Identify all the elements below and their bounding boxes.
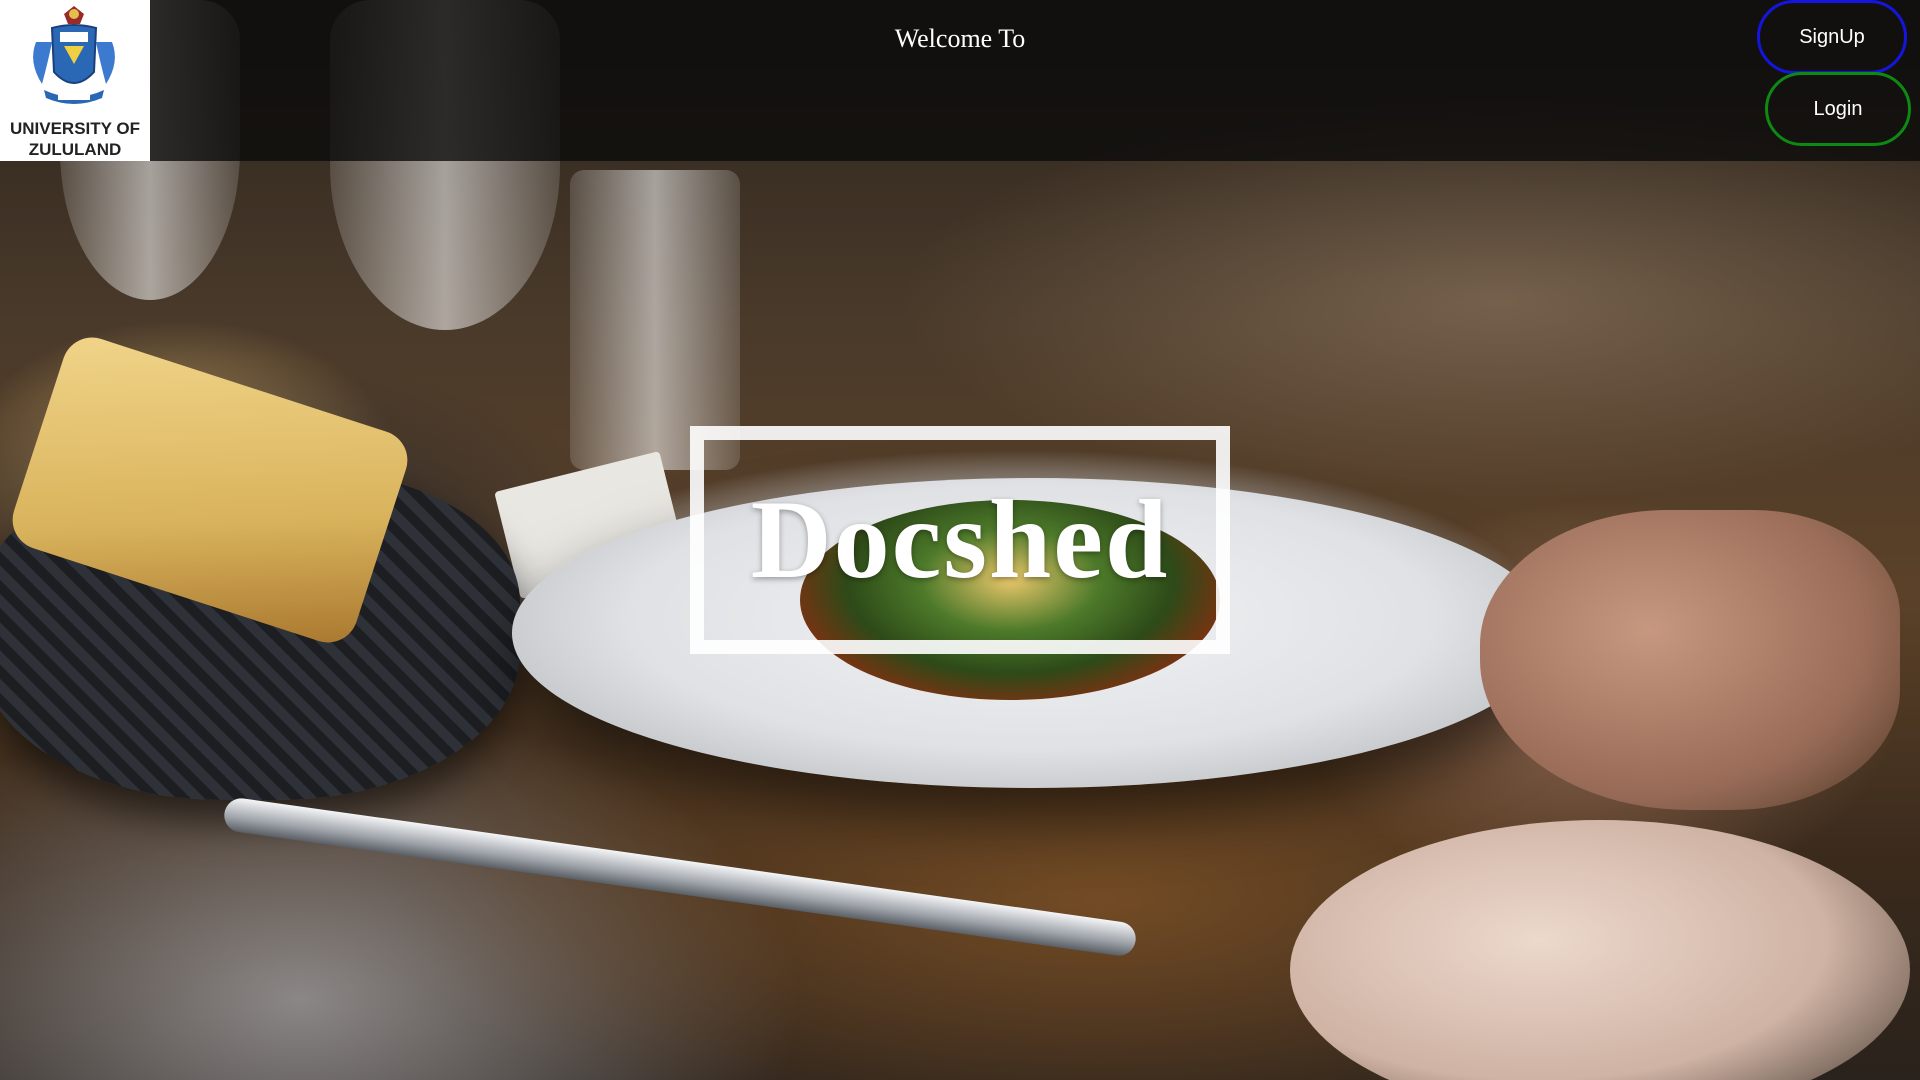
site-title: Docshed bbox=[750, 477, 1170, 602]
logo-text-line1: UNIVERSITY OF bbox=[9, 119, 141, 138]
logo-text-line2: ZULULAND bbox=[28, 140, 122, 159]
water-glass bbox=[570, 170, 740, 470]
hero-title-frame: Docshed bbox=[690, 426, 1230, 654]
top-navigation-bar: UNIVERSITY OF ZULULAND Welcome To SignUp… bbox=[0, 0, 1920, 161]
university-crest-icon bbox=[33, 6, 115, 104]
diner-hand-foreground bbox=[1290, 820, 1910, 1080]
diner-hand bbox=[1480, 510, 1900, 810]
login-button[interactable]: Login bbox=[1765, 72, 1911, 146]
signup-button[interactable]: SignUp bbox=[1757, 0, 1907, 74]
hero-background-image: Docshed bbox=[0, 0, 1920, 1080]
cutlery bbox=[222, 796, 1138, 958]
university-logo[interactable]: UNIVERSITY OF ZULULAND bbox=[0, 0, 150, 161]
welcome-heading: Welcome To bbox=[894, 24, 1026, 53]
